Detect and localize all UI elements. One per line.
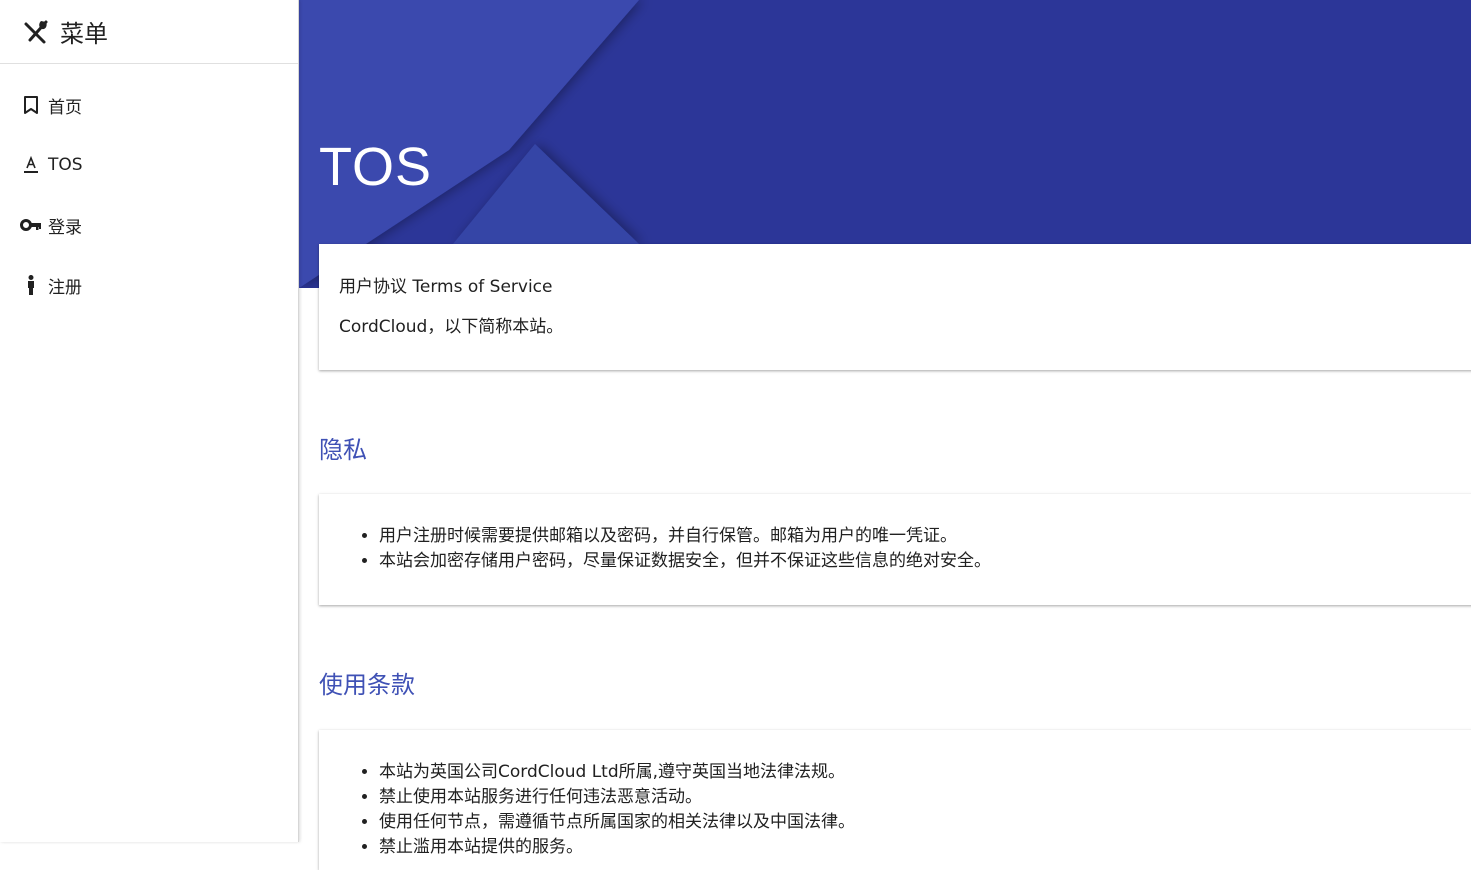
restaurant-menu-icon[interactable] xyxy=(22,18,50,46)
key-icon xyxy=(20,214,42,236)
list-item: 用户注册时候需要提供邮箱以及密码，并自行保管。邮箱为用户的唯一凭证。 xyxy=(379,524,1471,549)
privacy-card: 用户注册时候需要提供邮箱以及密码，并自行保管。邮箱为用户的唯一凭证。 本站会加密… xyxy=(319,494,1471,605)
privacy-heading: 隐私 xyxy=(319,436,367,464)
sidebar-item-login[interactable]: 登录 xyxy=(0,195,298,255)
sidebar-item-label: TOS xyxy=(48,155,83,175)
list-item: 本站为英国公司CordCloud Ltd所属,遵守英国当地法律法规。 xyxy=(379,760,1471,785)
intro-card: 用户协议 Terms of Service CordCloud，以下简称本站。 xyxy=(319,244,1471,370)
list-item: 使用任何节点，需遵循节点所属国家的相关法律以及中国法律。 xyxy=(379,810,1471,835)
text-format-icon xyxy=(20,154,42,176)
terms-card: 本站为英国公司CordCloud Ltd所属,遵守英国当地法律法规。 禁止使用本… xyxy=(319,730,1471,870)
sidebar-item-register[interactable]: 注册 xyxy=(0,255,298,315)
sidebar-nav: 首页 TOS 登录 注册 xyxy=(0,64,298,315)
bookmark-icon xyxy=(20,94,42,116)
sidebar-item-label: 首页 xyxy=(48,97,82,118)
main-content: TOS 用户协议 Terms of Service CordCloud，以下简称… xyxy=(299,0,1471,870)
privacy-list: 用户注册时候需要提供邮箱以及密码，并自行保管。邮箱为用户的唯一凭证。 本站会加密… xyxy=(319,524,1471,574)
terms-list: 本站为英国公司CordCloud Ltd所属,遵守英国当地法律法规。 禁止使用本… xyxy=(319,760,1471,860)
list-item: 禁止使用本站服务进行任何违法恶意活动。 xyxy=(379,785,1471,810)
terms-heading: 使用条款 xyxy=(319,671,415,699)
menu-title: 菜单 xyxy=(60,20,108,48)
page-title: TOS xyxy=(319,137,433,197)
sidebar-item-label: 登录 xyxy=(48,217,82,238)
sidebar-header: 菜单 xyxy=(0,0,298,64)
intro-text: CordCloud，以下简称本站。 xyxy=(339,317,564,337)
sidebar: 菜单 首页 TOS 登录 注册 xyxy=(0,0,299,842)
person-icon xyxy=(20,274,42,296)
list-item: 禁止滥用本站提供的服务。 xyxy=(379,835,1471,860)
list-item: 本站会加密存储用户密码，尽量保证数据安全，但并不保证这些信息的绝对安全。 xyxy=(379,549,1471,574)
intro-heading: 用户协议 Terms of Service xyxy=(339,277,553,297)
sidebar-item-label: 注册 xyxy=(48,277,82,298)
sidebar-item-tos[interactable]: TOS xyxy=(0,135,298,195)
sidebar-item-home[interactable]: 首页 xyxy=(0,75,298,135)
